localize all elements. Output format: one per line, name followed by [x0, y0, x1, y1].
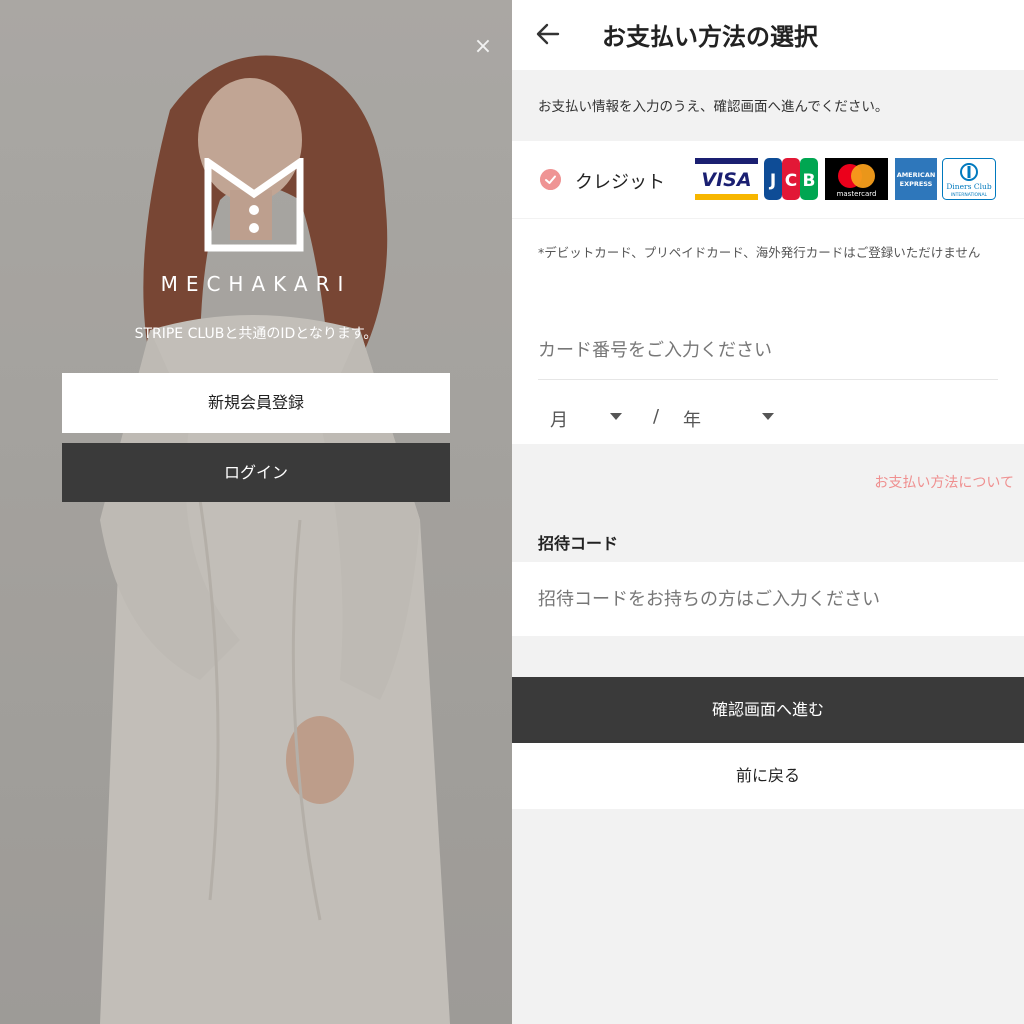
expiry-month-select[interactable]: 月: [550, 406, 568, 432]
svg-text:VISA: VISA: [701, 169, 751, 191]
intro-text: お支払い情報を入力のうえ、確認画面へ進んでください。: [538, 99, 889, 115]
register-button[interactable]: 新規会員登録: [62, 373, 450, 433]
svg-text:EXPRESS: EXPRESS: [900, 180, 933, 188]
svg-text:Diners Club: Diners Club: [946, 182, 991, 191]
card-form: *デビットカード、プリペイドカード、海外発行カードはご登録いただけません 月 /…: [512, 219, 1024, 444]
close-icon[interactable]: ×: [470, 34, 496, 60]
invite-code-field: [512, 562, 1024, 636]
page-title: お支払い方法の選択: [602, 23, 818, 51]
expiry-year-select[interactable]: 年: [683, 406, 701, 432]
card-number-input[interactable]: [538, 322, 998, 380]
chevron-down-icon[interactable]: [762, 413, 774, 420]
login-button[interactable]: ログイン: [62, 443, 450, 502]
overlay-scrim: [0, 0, 512, 1024]
payment-method-credit[interactable]: クレジット VISA J C B mastercard AMERICAN EXP…: [512, 141, 1024, 218]
signup-panel: × MECHAKARI STRIPE CLUBと共通のIDとなります。 新規会員…: [0, 0, 512, 1024]
svg-text:AMERICAN: AMERICAN: [897, 171, 936, 179]
shared-id-note: STRIPE CLUBと共通のIDとなります。: [134, 326, 378, 342]
credit-label: クレジット: [575, 172, 665, 193]
mastercard-logo-icon: mastercard: [825, 158, 888, 200]
go-back-button[interactable]: 前に戻る: [512, 743, 1024, 809]
header: お支払い方法の選択: [512, 0, 1024, 70]
proceed-confirm-button[interactable]: 確認画面へ進む: [512, 677, 1024, 743]
checkmark-icon[interactable]: [540, 169, 561, 190]
expiry-separator: /: [653, 406, 660, 427]
visa-logo-icon: VISA: [695, 158, 758, 200]
svg-text:INTERNATIONAL: INTERNATIONAL: [951, 192, 988, 198]
amex-logo-icon: AMERICAN EXPRESS: [895, 158, 937, 200]
payment-method-screen: お支払い方法の選択 お支払い情報を入力のうえ、確認画面へ進んでください。 クレジ…: [512, 0, 1024, 1024]
mechakari-logo-icon: [204, 158, 304, 252]
chevron-down-icon[interactable]: [610, 413, 622, 420]
svg-text:C: C: [785, 171, 797, 191]
diners-club-logo-icon: Diners Club INTERNATIONAL: [942, 158, 996, 200]
card-restriction-note: *デビットカード、プリペイドカード、海外発行カードはご登録いただけません: [538, 245, 981, 260]
invite-code-label: 招待コード: [538, 534, 619, 553]
invite-code-input[interactable]: [538, 578, 1008, 620]
back-arrow-icon[interactable]: [534, 20, 562, 48]
jcb-logo-icon: J C B: [764, 158, 818, 200]
svg-text:B: B: [803, 171, 816, 191]
svg-text:mastercard: mastercard: [837, 190, 877, 198]
payment-info-link[interactable]: お支払い方法について: [874, 472, 1014, 492]
svg-text:J: J: [769, 171, 776, 191]
brand-name: MECHAKARI: [160, 272, 352, 296]
